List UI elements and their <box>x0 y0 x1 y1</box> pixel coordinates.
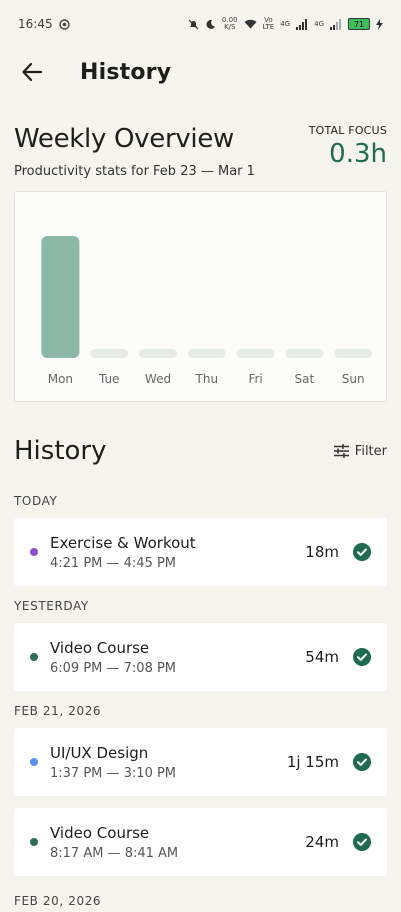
category-dot <box>30 653 38 661</box>
chart-tick-label: Tue <box>98 372 120 386</box>
history-entry[interactable]: Exercise & Workout 4:21 PM — 4:45 PM 18m <box>14 518 387 586</box>
chart-bar-sat <box>285 349 324 358</box>
status-bar: 16:45 0.00 K/S Vo LTE 4G 4G 71 <box>0 0 401 48</box>
network-type-2: 4G <box>314 19 324 28</box>
history-header: History Filter <box>0 436 401 466</box>
chart-bar-tue <box>90 349 129 358</box>
moon-icon <box>206 19 215 29</box>
chart-tick-label: Wed <box>145 372 171 386</box>
app-bar: History <box>0 48 401 96</box>
entry-duration: 24m <box>305 833 339 851</box>
page-title: History <box>80 59 172 85</box>
battery-level: 71 <box>353 19 365 29</box>
volte-indicator: Vo LTE <box>263 17 275 31</box>
weekly-chart-card: Mon Tue Wed Thu Fri Sat Sun <box>14 191 387 402</box>
charging-bolt-icon <box>376 18 383 30</box>
entry-duration: 54m <box>305 648 339 666</box>
chart-tick-label: Fri <box>248 372 262 386</box>
chart-tick-label: Thu <box>195 372 219 386</box>
signal-icon-2 <box>330 18 342 30</box>
mute-bell-icon <box>188 19 199 29</box>
entry-title: UI/UX Design <box>50 743 149 762</box>
chart-bar-sun <box>334 349 373 358</box>
net-speed: 0.00 K/S <box>222 17 238 31</box>
chart-bar-thu <box>187 349 226 358</box>
weekly-bar-chart: Mon Tue Wed Thu Fri Sat Sun <box>41 236 373 386</box>
history-entry[interactable]: UI/UX Design 1:37 PM — 3:10 PM 1j 15m <box>14 728 387 796</box>
battery-icon: 71 <box>348 18 370 30</box>
chart-bar-mon <box>41 236 80 358</box>
overview-subtitle: Productivity stats for Feb 23 — Mar 1 <box>14 164 255 179</box>
entry-time-range: 1:37 PM — 3:10 PM <box>50 765 177 781</box>
arrow-back-icon <box>22 63 42 81</box>
filter-button[interactable]: Filter <box>333 443 387 459</box>
entry-time-range: 6:09 PM — 7:08 PM <box>50 660 177 676</box>
chart-tick-label: Sun <box>342 372 365 386</box>
total-focus-value: 0.3h <box>329 139 387 169</box>
category-dot <box>30 548 38 556</box>
category-dot <box>30 838 38 846</box>
wifi-icon <box>244 19 257 29</box>
entry-time-range: 4:21 PM — 4:45 PM <box>50 555 177 571</box>
chart-tick-label: Sat <box>295 372 315 386</box>
group-label-feb21: FEB 21, 2026 <box>14 704 102 718</box>
check-circle-icon <box>353 543 371 561</box>
check-circle-icon <box>353 833 371 851</box>
group-label-yesterday: YESTERDAY <box>14 599 89 613</box>
history-entry[interactable]: Video Course 8:17 AM — 8:41 AM 24m <box>14 808 387 876</box>
filter-sliders-icon <box>333 444 349 458</box>
chart-bar-fri <box>236 349 275 358</box>
network-type-1: 4G <box>280 19 291 28</box>
status-time: 16:45 <box>18 17 53 31</box>
entry-title: Video Course <box>50 823 150 842</box>
history-title: History <box>14 436 107 466</box>
check-circle-icon <box>353 648 371 666</box>
chart-bar-wed <box>139 349 177 358</box>
net-speed-unit: K/S <box>224 23 236 31</box>
back-button[interactable] <box>20 60 44 84</box>
signal-icon-1 <box>296 18 308 30</box>
group-label-feb20: FEB 20, 2026 <box>14 894 102 908</box>
overview-title: Weekly Overview <box>14 124 235 154</box>
volte-bottom: LTE <box>262 23 275 31</box>
entry-duration: 18m <box>305 543 339 561</box>
entry-duration: 1j 15m <box>286 753 339 771</box>
category-dot <box>30 758 38 766</box>
total-focus-label: TOTAL FOCUS <box>308 124 387 137</box>
weekly-overview-header: Weekly Overview Productivity stats for F… <box>0 124 401 179</box>
chart-tick-label: Mon <box>48 372 73 386</box>
app-notification-icon <box>58 18 70 30</box>
entry-time-range: 8:17 AM — 8:41 AM <box>50 845 179 861</box>
filter-label: Filter <box>354 443 387 459</box>
check-circle-icon <box>353 753 371 771</box>
entry-title: Exercise & Workout <box>50 533 196 552</box>
history-entry[interactable]: Video Course 6:09 PM — 7:08 PM 54m <box>14 623 387 691</box>
group-label-today: TODAY <box>14 494 58 508</box>
entry-title: Video Course <box>50 638 150 657</box>
